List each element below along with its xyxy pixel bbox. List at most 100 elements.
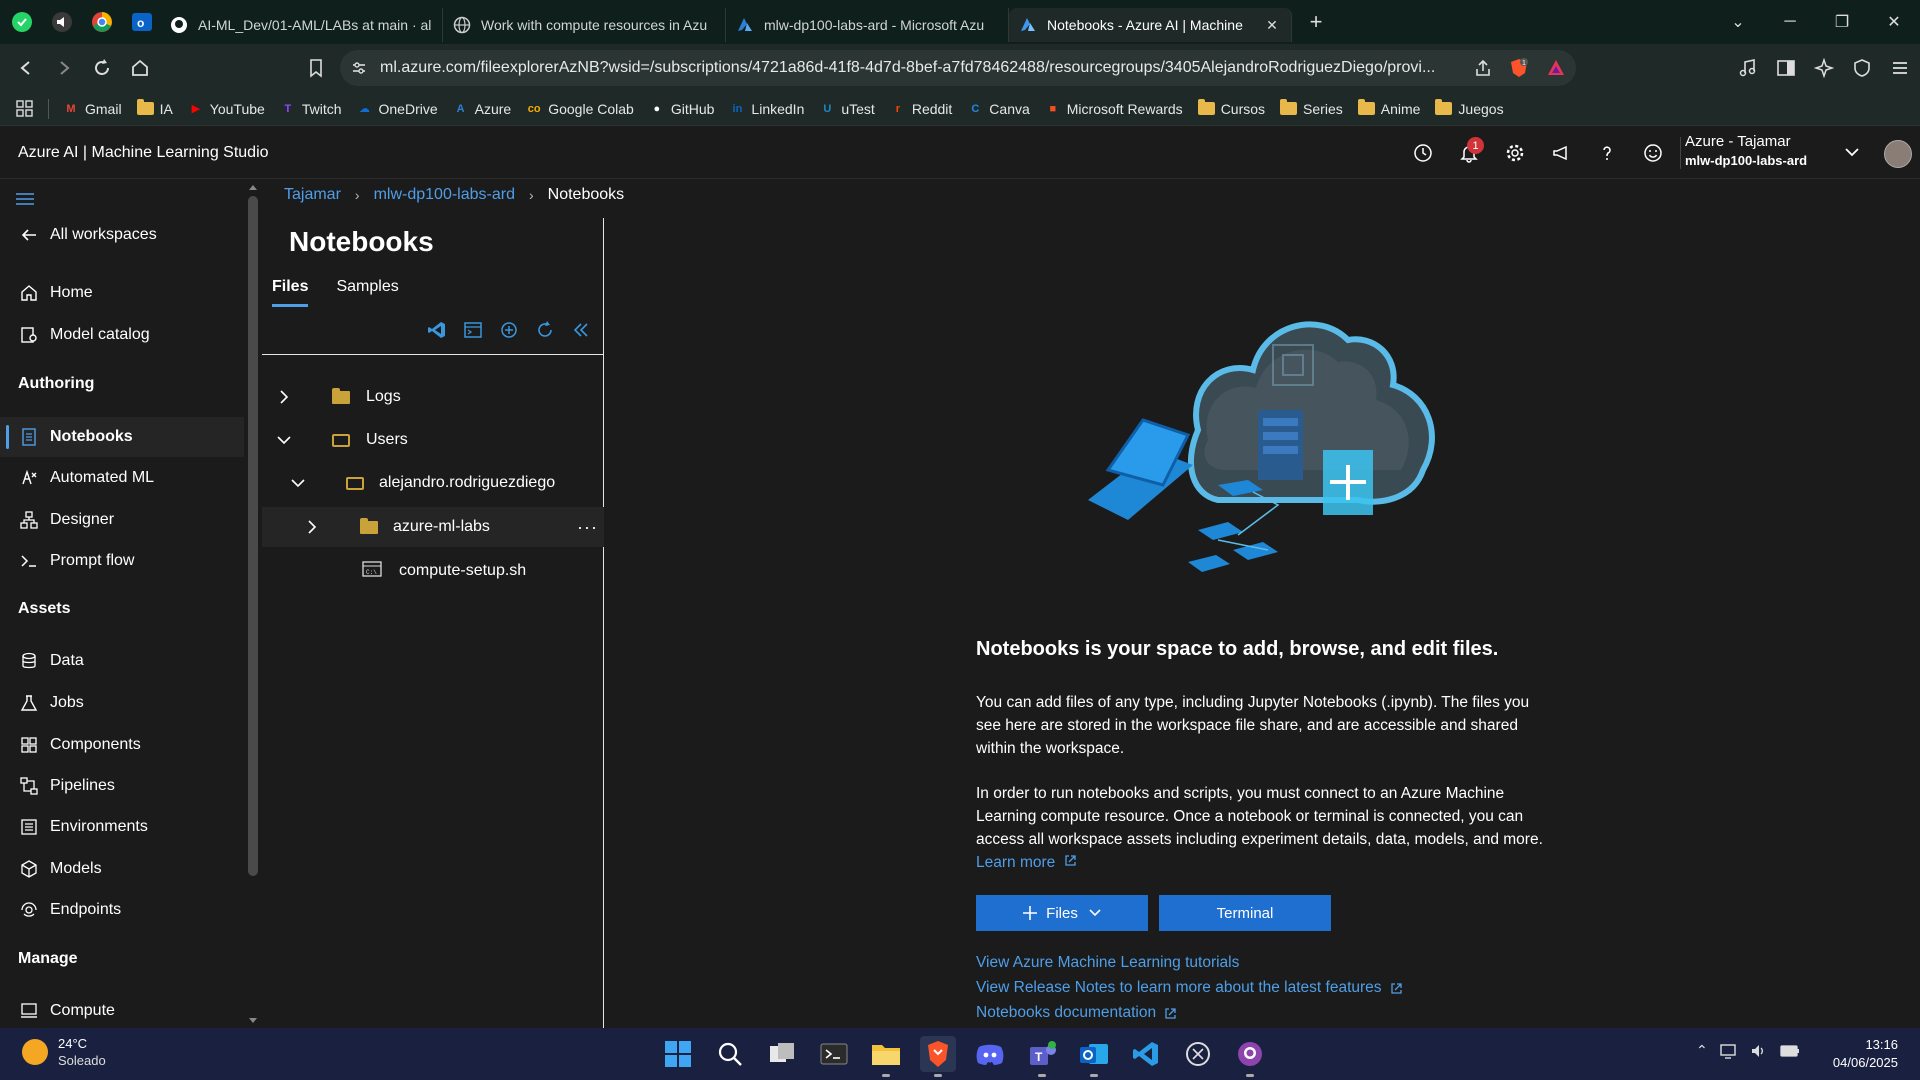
scroll-up-icon[interactable] bbox=[246, 182, 260, 192]
home-button[interactable] bbox=[122, 50, 158, 86]
brave-browser-app[interactable] bbox=[920, 1036, 956, 1077]
release-notes-link[interactable]: View Release Notes to learn more about t… bbox=[976, 979, 1403, 997]
tab-samples[interactable]: Samples bbox=[336, 278, 398, 307]
bookmark-item[interactable]: Anime bbox=[1357, 99, 1420, 117]
add-file-icon[interactable] bbox=[499, 320, 519, 340]
workspace-switcher[interactable]: Azure - Tajamar mlw-dp100-labs-ard bbox=[1685, 133, 1845, 168]
tutorials-link[interactable]: View Azure Machine Learning tutorials bbox=[976, 954, 1239, 972]
close-tab-icon[interactable]: ✕ bbox=[1263, 17, 1281, 34]
pinned-tab-outlook[interactable]: o bbox=[124, 6, 160, 38]
chevron-down-icon[interactable] bbox=[277, 434, 291, 446]
vscode-icon[interactable] bbox=[427, 320, 447, 340]
bookmark-item[interactable]: Juegos bbox=[1435, 99, 1504, 117]
terminal-button[interactable]: Terminal bbox=[1159, 895, 1331, 931]
weather-widget[interactable]: 24°C Soleado bbox=[22, 1036, 106, 1068]
system-clock[interactable]: 13:16 04/06/2025 bbox=[1833, 1036, 1898, 1072]
left-nav-scrollbar[interactable] bbox=[246, 180, 260, 1028]
browser-tab-active[interactable]: Notebooks - Azure AI | Machine ✕ bbox=[1009, 8, 1292, 42]
settings-button[interactable] bbox=[1492, 143, 1538, 163]
chevron-up-icon[interactable]: ⌃ bbox=[1696, 1042, 1708, 1059]
breadcrumb-item[interactable]: Tajamar bbox=[284, 186, 341, 204]
brave-rewards-icon[interactable] bbox=[1546, 58, 1566, 78]
refresh-icon[interactable] bbox=[535, 320, 555, 340]
back-button[interactable] bbox=[8, 50, 44, 86]
bookmark-item[interactable]: ▶ YouTube bbox=[188, 101, 265, 117]
start-button[interactable] bbox=[660, 1036, 696, 1072]
pinned-tab-audio[interactable] bbox=[44, 6, 80, 38]
breadcrumb-item[interactable]: mlw-dp100-labs-ard bbox=[374, 186, 515, 204]
files-button[interactable]: Files bbox=[976, 895, 1148, 931]
collapse-panel-icon[interactable] bbox=[571, 320, 591, 340]
bookmark-item[interactable]: in LinkedIn bbox=[729, 101, 805, 117]
help-button[interactable] bbox=[1584, 143, 1630, 163]
nav-prompt-flow[interactable]: Prompt flow bbox=[0, 541, 244, 581]
nav-all-workspaces[interactable]: All workspaces bbox=[0, 215, 244, 255]
nav-models[interactable]: Models bbox=[0, 849, 244, 889]
reload-button[interactable] bbox=[84, 50, 120, 86]
search-button[interactable] bbox=[712, 1036, 748, 1072]
more-options-icon[interactable]: ··· bbox=[577, 517, 598, 538]
chevron-down-icon[interactable] bbox=[291, 477, 305, 489]
feedback-button[interactable] bbox=[1630, 143, 1676, 163]
browser-menu-icon[interactable] bbox=[1890, 58, 1910, 78]
url-text[interactable]: ml.azure.com/fileexplorerAzNB?wsid=/subs… bbox=[380, 59, 1474, 77]
apps-grid-icon[interactable] bbox=[16, 99, 34, 118]
bookmark-item[interactable]: ● GitHub bbox=[649, 101, 715, 117]
hamburger-icon[interactable] bbox=[16, 192, 34, 206]
forward-button[interactable] bbox=[46, 50, 82, 86]
nav-pipelines[interactable]: Pipelines bbox=[0, 766, 244, 806]
close-window-button[interactable]: ✕ bbox=[1868, 12, 1920, 32]
chatgpt-app[interactable] bbox=[1180, 1036, 1216, 1072]
chevron-down-icon[interactable] bbox=[1843, 143, 1861, 161]
volume-icon[interactable] bbox=[1750, 1043, 1768, 1059]
nav-components[interactable]: Components bbox=[0, 725, 244, 765]
bookmark-item[interactable]: ☁ OneDrive bbox=[357, 101, 438, 117]
vscode-app[interactable] bbox=[1128, 1036, 1164, 1072]
nav-home[interactable]: Home bbox=[0, 273, 244, 313]
tab-search-chevron-icon[interactable]: ⌄ bbox=[1712, 12, 1764, 32]
terminal-app[interactable] bbox=[816, 1036, 852, 1072]
nav-automated-ml[interactable]: Automated ML bbox=[0, 458, 244, 498]
nav-compute[interactable]: Compute bbox=[0, 991, 244, 1031]
nav-designer[interactable]: Designer bbox=[0, 500, 244, 540]
bookmark-item[interactable]: T Twitch bbox=[280, 101, 341, 117]
outlook-app[interactable] bbox=[1076, 1036, 1112, 1077]
documentation-link[interactable]: Notebooks documentation bbox=[976, 1004, 1177, 1022]
notifications-button[interactable]: 1 bbox=[1446, 137, 1492, 163]
share-icon[interactable] bbox=[1474, 59, 1492, 77]
bookmark-item[interactable]: A Azure bbox=[453, 101, 512, 117]
restore-button[interactable]: ❐ bbox=[1816, 12, 1868, 32]
tree-folder-logs[interactable]: Logs bbox=[262, 377, 604, 417]
file-explorer-app[interactable] bbox=[868, 1036, 904, 1077]
nav-endpoints[interactable]: Endpoints bbox=[0, 890, 244, 930]
bookmark-item[interactable]: ■ Microsoft Rewards bbox=[1045, 101, 1182, 117]
learn-more-link[interactable]: Learn more bbox=[976, 854, 1077, 871]
chevron-right-icon[interactable] bbox=[306, 520, 318, 534]
brave-shields-icon[interactable]: 1 bbox=[1508, 57, 1530, 79]
nav-environments[interactable]: Environments bbox=[0, 807, 244, 847]
minimize-button[interactable]: ─ bbox=[1764, 13, 1816, 31]
scrollbar-thumb[interactable] bbox=[248, 196, 258, 876]
bookmark-item[interactable]: Series bbox=[1280, 99, 1343, 117]
battery-icon[interactable] bbox=[1780, 1043, 1800, 1059]
tree-folder-azure-ml-labs[interactable]: azure-ml-labs ··· bbox=[262, 507, 604, 547]
tree-folder-user[interactable]: alejandro.rodriguezdiego bbox=[262, 463, 604, 503]
tree-file[interactable]: C:\ compute-setup.sh bbox=[262, 551, 604, 591]
bookmark-item[interactable]: r Reddit bbox=[890, 101, 953, 117]
chevron-right-icon[interactable] bbox=[278, 390, 290, 404]
bookmark-item[interactable]: M Gmail bbox=[63, 101, 121, 117]
announcements-button[interactable] bbox=[1538, 143, 1584, 163]
sidebar-toggle-icon[interactable] bbox=[1776, 58, 1796, 78]
browser-tab[interactable]: mlw-dp100-labs-ard - Microsoft Azu bbox=[726, 8, 1009, 42]
terminal-icon[interactable] bbox=[463, 320, 483, 340]
bookmark-item[interactable]: UuTest bbox=[819, 101, 874, 117]
bookmark-item[interactable]: Cursos bbox=[1197, 99, 1265, 117]
url-bar[interactable]: ml.azure.com/fileexplorerAzNB?wsid=/subs… bbox=[340, 50, 1576, 86]
network-icon[interactable] bbox=[1720, 1043, 1738, 1059]
recent-button[interactable] bbox=[1400, 143, 1446, 163]
app-title[interactable]: Azure AI | Machine Learning Studio bbox=[18, 144, 269, 162]
tree-folder-users[interactable]: Users bbox=[262, 420, 604, 460]
pinned-tab-whatsapp[interactable] bbox=[4, 6, 40, 38]
nav-notebooks[interactable]: Notebooks bbox=[0, 417, 244, 457]
tab-files[interactable]: Files bbox=[272, 278, 309, 307]
